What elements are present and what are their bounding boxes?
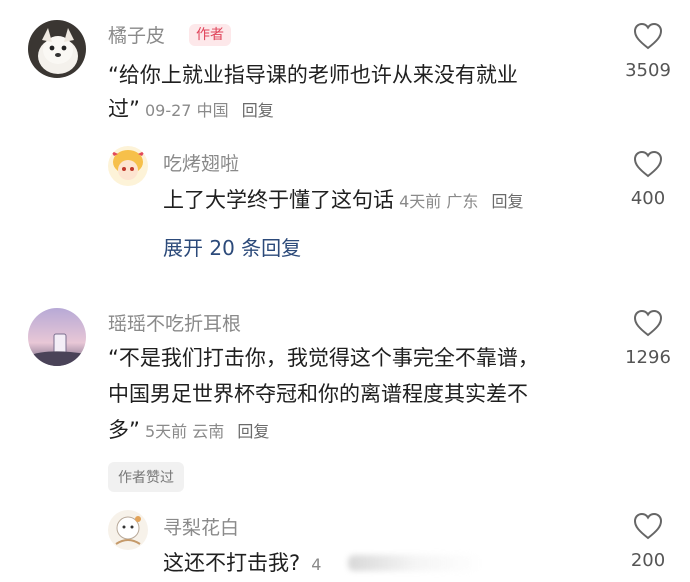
like-button[interactable]: 400: [608, 150, 688, 209]
heart-outline-icon: [633, 512, 663, 540]
comment-text-line: “给你上就业指导课的老师也许从来没有就业: [108, 63, 518, 87]
like-count: 3509: [625, 60, 671, 81]
reply-text-row: 上了大学终于懂了这句话 4天前 广东 回复: [163, 182, 524, 218]
author-badge: 作者: [189, 24, 231, 46]
comment-date: 5天前: [144, 422, 188, 441]
reply-text: 上了大学终于懂了这句话: [163, 188, 394, 212]
like-button[interactable]: 1296: [608, 309, 688, 368]
reply-username[interactable]: 吃烤翅啦: [163, 149, 239, 176]
like-count: 400: [630, 188, 666, 209]
reply-date: 4天前: [399, 192, 442, 211]
comment-meta: 5天前 云南 回复: [145, 422, 269, 441]
comment-text-line: 过” 09-27 中国 回复: [108, 91, 274, 127]
comment-text-line: 中国男足世界杯夺冠和你的离谱程度其实差不: [108, 382, 528, 406]
reply-meta: 4天前 广东 回复: [399, 192, 523, 211]
reply-location: 广东: [446, 192, 479, 211]
reply-text-row: 这还不打击我? 4: [163, 545, 321, 581]
reply-username[interactable]: 寻梨花白: [163, 513, 239, 540]
reply-button[interactable]: 回复: [237, 422, 269, 441]
comment-location: 云南: [192, 422, 225, 441]
comment-location: 中国: [196, 101, 229, 120]
like-button[interactable]: 3509: [608, 22, 688, 81]
heart-outline-icon: [633, 309, 663, 337]
reply-date: 4: [311, 555, 322, 574]
comment-date: 09-27: [144, 101, 192, 120]
comment-meta: 09-27 中国 回复: [145, 101, 274, 120]
comment-text-line: “不是我们打击你，我觉得这个事完全不靠谱，: [108, 346, 539, 370]
reply-button[interactable]: 回复: [491, 192, 523, 211]
comment-username[interactable]: 橘子皮: [108, 21, 165, 48]
heart-outline-icon: [633, 22, 663, 50]
comment-text-line: 多” 5天前 云南 回复: [108, 412, 269, 448]
comment-text-tail: 多”: [108, 418, 140, 442]
reply-button[interactable]: 回复: [242, 101, 274, 120]
reply-text: 这还不打击我?: [163, 551, 301, 575]
avatar[interactable]: [108, 510, 148, 550]
comment-text-tail: 过”: [108, 97, 140, 121]
avatar[interactable]: [28, 308, 86, 366]
blurred-region: [348, 555, 483, 571]
heart-outline-icon: [633, 150, 663, 178]
like-count: 200: [630, 550, 666, 571]
author-liked-badge: 作者赞过: [108, 462, 184, 492]
like-count: 1296: [625, 347, 671, 368]
comment-username[interactable]: 瑶瑶不吃折耳根: [108, 309, 241, 336]
like-button[interactable]: 200: [608, 512, 688, 571]
avatar[interactable]: [108, 146, 148, 186]
expand-replies-link[interactable]: 展开 20 条回复: [163, 232, 301, 261]
avatar[interactable]: [28, 20, 86, 78]
